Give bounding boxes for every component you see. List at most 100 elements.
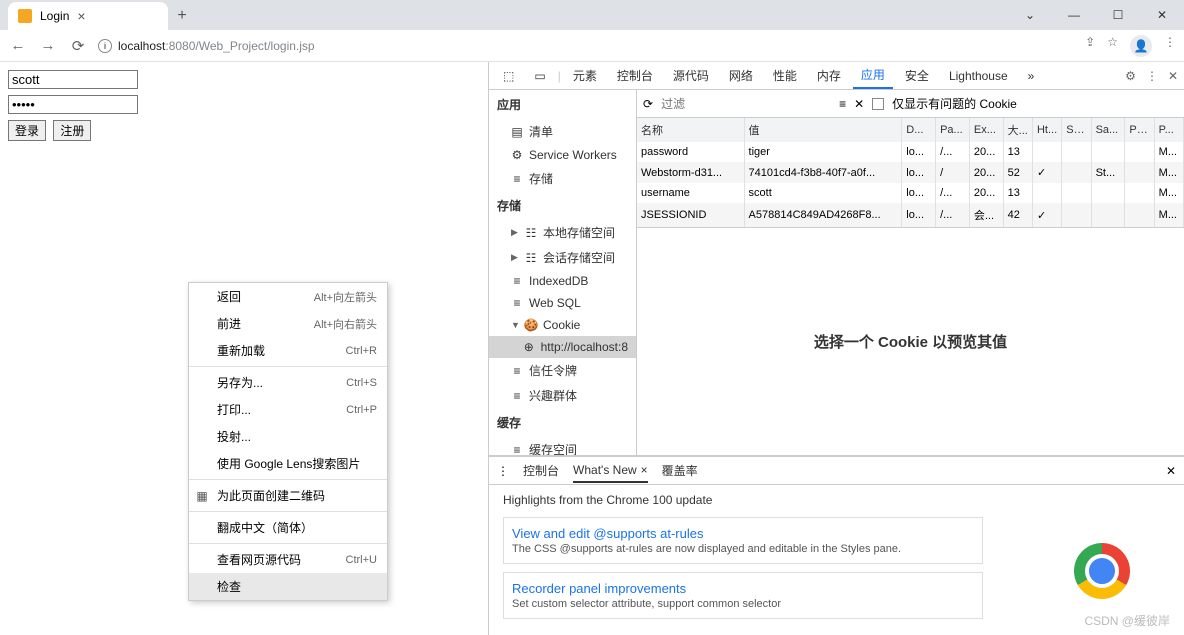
tab-close-icon[interactable]: × (77, 8, 85, 24)
filter-input[interactable] (661, 97, 831, 111)
register-button[interactable]: 注册 (53, 120, 91, 141)
watermark: CSDN @缓彼岸 (1084, 612, 1170, 629)
ctx-saveas[interactable]: 另存为...Ctrl+S (189, 369, 387, 396)
device-toolbar-icon[interactable]: ▭ (526, 62, 553, 89)
globe-icon: ⊕ (523, 341, 535, 353)
minimize-icon[interactable]: — (1052, 0, 1096, 30)
clear-icon[interactable]: ✕ (854, 97, 864, 111)
caret-down-icon[interactable]: ⌄ (1008, 0, 1052, 30)
close-window-icon[interactable]: ✕ (1140, 0, 1184, 30)
card-desc: The CSS @supports at-rules are now displ… (512, 543, 974, 555)
nav-sw[interactable]: ⚙Service Workers (489, 144, 636, 166)
tab-network[interactable]: 网络 (721, 62, 761, 89)
tab-lighthouse[interactable]: Lighthouse (941, 62, 1016, 89)
nav-idb[interactable]: ≡IndexedDB (489, 270, 636, 292)
ctx-forward[interactable]: 前进Alt+向右箭头 (189, 310, 387, 337)
col-same[interactable]: Sa... (1091, 118, 1125, 142)
ctx-qr[interactable]: ▦为此页面创建二维码 (189, 482, 387, 509)
col-value[interactable]: 值 (744, 118, 902, 142)
gear-icon: ⚙ (511, 149, 523, 161)
tab-console[interactable]: 控制台 (609, 62, 661, 89)
nav-session[interactable]: ▶☷会话存储空间 (489, 245, 636, 270)
ctx-lens[interactable]: 使用 Google Lens搜索图片 (189, 450, 387, 477)
ctx-reload[interactable]: 重新加载Ctrl+R (189, 337, 387, 364)
tab-sources[interactable]: 源代码 (665, 62, 717, 89)
profile-avatar[interactable]: 👤 (1130, 35, 1152, 57)
manifest-icon: ▤ (511, 126, 523, 138)
drawer-tab-console[interactable]: 控制台 (523, 462, 559, 479)
close-icon[interactable]: × (641, 463, 648, 477)
col-priority[interactable]: P... (1154, 118, 1183, 142)
url-box[interactable]: i localhost:8080/Web_Project/login.jsp (98, 39, 1075, 53)
kebab-icon[interactable]: ⋮ (1146, 69, 1158, 83)
col-expires[interactable]: Ex... (969, 118, 1003, 142)
cookie-table[interactable]: 名称值D...Pa...Ex...大...Ht...Se...Sa...Pa..… (637, 118, 1184, 228)
username-input[interactable] (8, 70, 138, 89)
table-row[interactable]: Webstorm-d31...74101cd4-f3b8-40f7-a0f...… (637, 162, 1184, 183)
login-button[interactable]: 登录 (8, 120, 46, 141)
table-row[interactable]: usernamescottlo.../...20...13M... (637, 183, 1184, 203)
nav-interest[interactable]: ≡兴趣群体 (489, 383, 636, 408)
nav-application: 应用 (489, 90, 636, 119)
nav-cookie-host[interactable]: ⊕http://localhost:8 (489, 336, 636, 358)
ctx-inspect[interactable]: 检查 (189, 573, 387, 600)
tab-memory[interactable]: 内存 (809, 62, 849, 89)
col-http[interactable]: Ht... (1032, 118, 1061, 142)
col-domain[interactable]: D... (902, 118, 936, 142)
filter-options-icon[interactable]: ≡ (839, 97, 846, 111)
only-issues-checkbox[interactable] (872, 98, 884, 110)
nav-cache-storage[interactable]: ≡缓存空间 (489, 437, 636, 455)
ctx-cast[interactable]: 投射... (189, 423, 387, 450)
back-icon[interactable]: ← (8, 37, 28, 54)
forward-icon[interactable]: → (38, 37, 58, 54)
settings-icon[interactable]: ⚙ (1125, 69, 1136, 83)
share-icon[interactable]: ⇪ (1085, 35, 1095, 57)
new-tab-button[interactable]: + (168, 2, 196, 30)
whatsnew-card[interactable]: View and edit @supports at-rules The CSS… (503, 517, 983, 564)
nav-websql[interactable]: ≡Web SQL (489, 292, 636, 314)
drawer-close-icon[interactable]: ✕ (1166, 464, 1176, 478)
password-input[interactable] (8, 95, 138, 114)
ctx-viewsource[interactable]: 查看网页源代码Ctrl+U (189, 546, 387, 573)
nav-manifest[interactable]: ▤清单 (489, 119, 636, 144)
drawer-tab-coverage[interactable]: 覆盖率 (662, 462, 698, 479)
whatsnew-card[interactable]: Recorder panel improvements Set custom s… (503, 572, 983, 619)
tab-elements[interactable]: 元素 (565, 62, 605, 89)
browser-tab[interactable]: Login × (8, 2, 168, 30)
close-devtools-icon[interactable]: ✕ (1168, 69, 1178, 83)
col-name[interactable]: 名称 (637, 118, 744, 142)
reload-icon[interactable]: ⟳ (68, 37, 88, 55)
table-row[interactable]: JSESSIONIDA578814C849AD4268F8...lo.../..… (637, 203, 1184, 227)
url-host: localhost (118, 39, 165, 53)
refresh-icon[interactable]: ⟳ (643, 97, 653, 111)
context-menu: 返回Alt+向左箭头 前进Alt+向右箭头 重新加载Ctrl+R 另存为...C… (188, 282, 388, 601)
tab-performance[interactable]: 性能 (765, 62, 805, 89)
bookmark-icon[interactable]: ☆ (1107, 35, 1118, 57)
tab-security[interactable]: 安全 (897, 62, 937, 89)
nav-trust[interactable]: ≡信任令牌 (489, 358, 636, 383)
col-size[interactable]: 大... (1003, 118, 1032, 142)
devtools-tabs: ⬚ ▭ | 元素 控制台 源代码 网络 性能 内存 应用 安全 Lighthou… (489, 62, 1184, 90)
tab-more[interactable]: » (1020, 62, 1043, 89)
devtools: ⬚ ▭ | 元素 控制台 源代码 网络 性能 内存 应用 安全 Lighthou… (488, 62, 1184, 635)
db-icon: ≡ (511, 275, 523, 287)
site-info-icon[interactable]: i (98, 39, 112, 53)
db-icon: ≡ (511, 365, 523, 377)
drawer-kebab[interactable]: ⋮ (497, 464, 509, 478)
nav-local[interactable]: ▶☷本地存储空间 (489, 220, 636, 245)
ctx-back[interactable]: 返回Alt+向左箭头 (189, 283, 387, 310)
nav-storage[interactable]: ≡存储 (489, 166, 636, 191)
maximize-icon[interactable]: ☐ (1096, 0, 1140, 30)
tab-application[interactable]: 应用 (853, 62, 893, 89)
storage-icon: ≡ (511, 173, 523, 185)
ctx-translate[interactable]: 翻成中文（简体） (189, 514, 387, 541)
col-path[interactable]: Pa... (936, 118, 970, 142)
menu-icon[interactable]: ⋮ (1164, 35, 1176, 57)
drawer-tab-whatsnew[interactable]: What's New× (573, 463, 648, 483)
col-secure[interactable]: Se... (1062, 118, 1091, 142)
table-row[interactable]: passwordtigerlo.../...20...13M... (637, 142, 1184, 162)
col-partition[interactable]: Pa... (1125, 118, 1154, 142)
ctx-print[interactable]: 打印...Ctrl+P (189, 396, 387, 423)
inspect-element-icon[interactable]: ⬚ (495, 62, 522, 89)
nav-cookie[interactable]: ▼🍪Cookie (489, 314, 636, 336)
